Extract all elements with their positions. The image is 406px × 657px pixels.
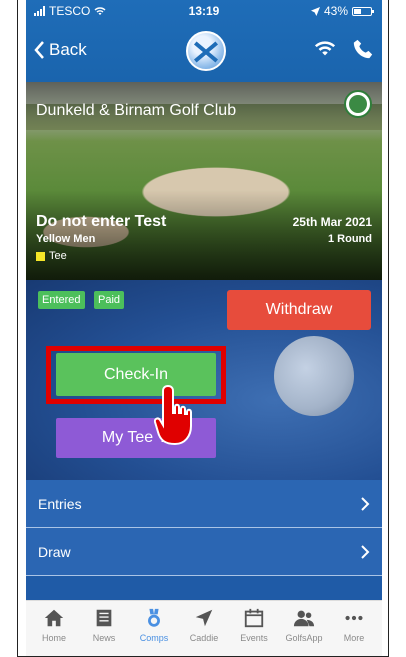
battery-icon	[352, 6, 374, 16]
tab-label: Comps	[139, 633, 169, 643]
tee-color-swatch	[36, 251, 45, 261]
tab-golfsapp[interactable]: GolfsApp	[280, 601, 328, 656]
entered-badge: Entered	[38, 291, 85, 309]
wifi-icon[interactable]	[314, 38, 336, 60]
competition-date: 25th Mar 2021	[292, 215, 372, 229]
home-icon	[44, 609, 64, 627]
nav-actions	[314, 38, 374, 60]
paid-badge: Paid	[94, 291, 125, 309]
tab-label: Caddie	[189, 633, 219, 643]
tab-news[interactable]: News	[80, 601, 128, 656]
chevron-left-icon	[34, 41, 44, 59]
battery-percent: 43%	[323, 4, 348, 18]
calendar-icon	[244, 608, 264, 628]
location-arrow-icon	[310, 6, 320, 16]
tab-bar: Home News Comps Caddie Events GolfsApp M…	[26, 600, 382, 656]
navigation-arrow-icon	[195, 609, 213, 627]
tab-more[interactable]: More	[330, 601, 378, 656]
app-logo-icon	[186, 31, 226, 71]
phone-frame: TESCO 13:19 43% Back Dunkeld & Birnam Go…	[17, 0, 389, 657]
tab-caddie[interactable]: Caddie	[180, 601, 228, 656]
club-crest-icon	[344, 90, 372, 118]
status-bar: TESCO 13:19 43%	[26, 0, 382, 22]
tab-label: GolfsApp	[285, 633, 323, 643]
tee-indicator: Tee	[36, 250, 67, 262]
club-name: Dunkeld & Birnam Golf Club	[36, 102, 237, 119]
medal-icon	[148, 608, 160, 627]
tab-label: Home	[41, 633, 66, 643]
list-item-label: Draw	[38, 543, 71, 560]
competition-title: Do not enter Test	[36, 213, 167, 230]
top-bar: TESCO 13:19 43% Back	[26, 0, 382, 82]
tee-group: Yellow Men	[36, 233, 96, 245]
phone-icon[interactable]	[352, 38, 374, 60]
pointing-hand-icon	[154, 384, 192, 446]
tab-label: Events	[240, 633, 268, 643]
back-label: Back	[49, 40, 87, 59]
navigation-bar: Back	[26, 22, 382, 80]
tee-label: Tee	[49, 250, 67, 262]
news-icon	[96, 609, 112, 627]
more-dots-icon	[345, 615, 363, 621]
golf-ball-image	[274, 336, 354, 416]
list-item-label: Entries	[38, 495, 82, 512]
tab-events[interactable]: Events	[230, 601, 278, 656]
competition-menu-list: Entries Draw	[26, 480, 382, 600]
competition-actions: Entered Paid Withdraw Check-In My Tee Ti	[26, 280, 382, 480]
chevron-right-icon	[361, 496, 370, 511]
tab-label: News	[92, 633, 116, 643]
tab-home[interactable]: Home	[30, 601, 78, 656]
tab-label: More	[343, 633, 365, 643]
list-item-entries[interactable]: Entries	[26, 480, 382, 528]
tab-comps[interactable]: Comps	[130, 601, 178, 656]
back-button[interactable]: Back	[34, 40, 87, 60]
people-icon	[293, 610, 315, 627]
chevron-right-icon	[361, 544, 370, 559]
competition-hero: Dunkeld & Birnam Golf Club Do not enter …	[26, 82, 382, 280]
battery-info: 43%	[310, 4, 374, 18]
competition-rounds: 1 Round	[328, 233, 372, 245]
withdraw-button[interactable]: Withdraw	[227, 290, 371, 330]
list-item-draw[interactable]: Draw	[26, 528, 382, 576]
